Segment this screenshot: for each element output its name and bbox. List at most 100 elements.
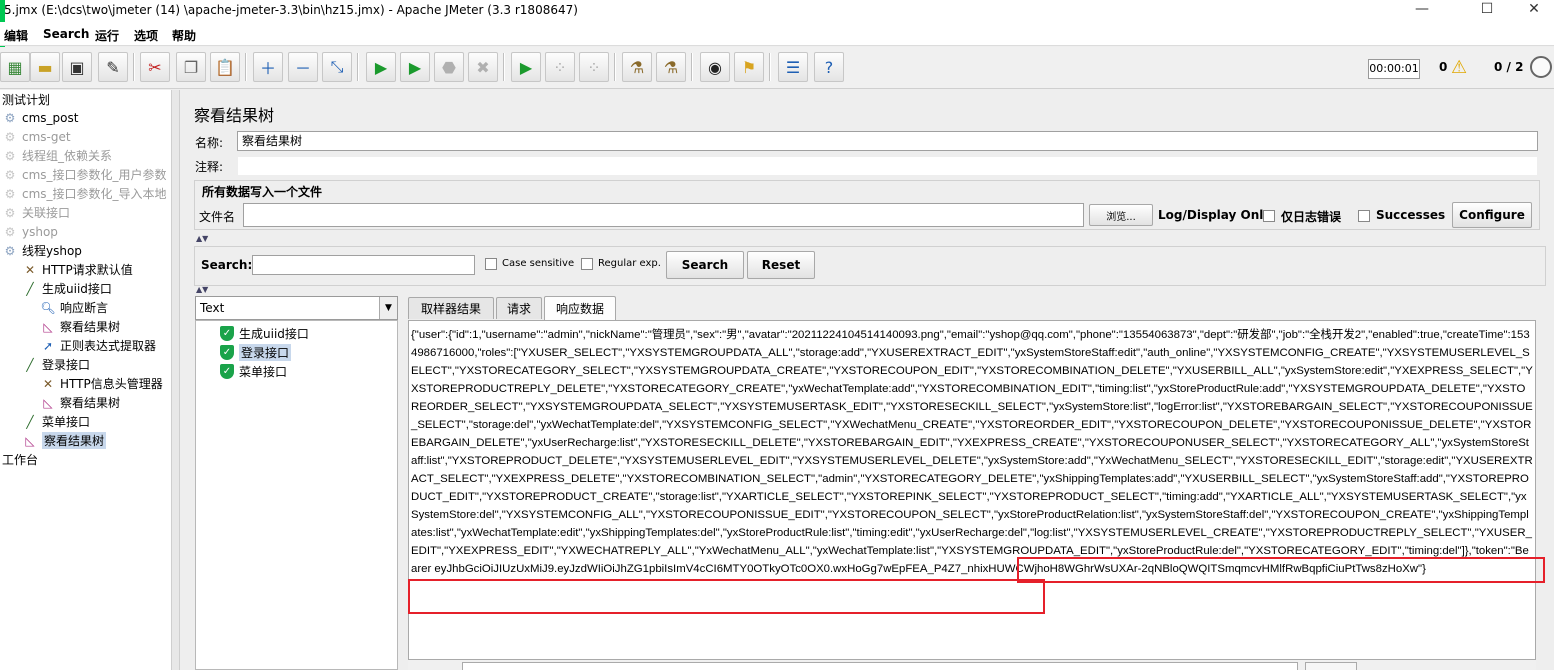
clear-icon[interactable]: ⚗: [622, 52, 652, 82]
cut-icon[interactable]: ✂: [140, 52, 170, 82]
menu-search[interactable]: Search: [43, 27, 89, 41]
bottom-find-button[interactable]: [1305, 662, 1357, 670]
maximize-button[interactable]: ☐: [1465, 0, 1509, 22]
errors-only-label: 仅日志错误: [1281, 210, 1342, 224]
magnifier-icon: 🔍︎: [40, 300, 56, 315]
remote-exit-icon[interactable]: ⁘: [579, 52, 609, 82]
tree-item-cms-get[interactable]: ⚙ cms-get: [2, 127, 71, 146]
gear-icon: ⚙: [4, 110, 16, 125]
start-no-pause-icon[interactable]: ▶: [400, 52, 430, 82]
help-icon[interactable]: ?: [814, 52, 844, 82]
expand-icon[interactable]: ＋: [253, 52, 283, 82]
tree-item-header-manager[interactable]: ✕ HTTP信息头管理器: [40, 374, 163, 393]
binoculars-icon[interactable]: ◉: [700, 52, 730, 82]
tree-item-view-results-1[interactable]: ◺ 察看结果树: [40, 317, 120, 336]
sample-item-generate-uiid[interactable]: ✓ 生成uiid接口: [220, 324, 309, 343]
tree-item-response-assertion[interactable]: 🔍︎ 响应断言: [40, 298, 108, 317]
tree-item-test-plan[interactable]: 测试计划: [2, 90, 50, 109]
menu-run[interactable]: 运行: [95, 27, 119, 44]
tab-sampler-result[interactable]: 取样器结果: [408, 297, 494, 319]
tree-item-thread-yshop[interactable]: ⚙ 线程yshop: [2, 241, 82, 260]
success-shield-icon: ✓: [220, 345, 234, 360]
search-input[interactable]: [252, 255, 475, 275]
token-highlight-box-2: [408, 579, 1045, 614]
search-label: Search:: [201, 258, 253, 272]
save-as-icon[interactable]: ✎: [98, 52, 128, 82]
test-plan-tree: 测试计划 ⚙ cms_post ⚙ cms-get ⚙ 线程组_依赖关系 ⚙ cms_接…: [0, 90, 172, 670]
regex-label: Regular exp.: [598, 258, 661, 269]
error-count: 0: [1439, 60, 1448, 74]
chart-icon: ◺: [43, 319, 53, 334]
menu-help[interactable]: 帮助: [172, 27, 196, 44]
bottom-search-input[interactable]: [462, 662, 1298, 670]
renderer-select[interactable]: Text ▼: [195, 296, 398, 320]
save-icon[interactable]: ▣: [62, 52, 92, 82]
tree-item-view-results-3[interactable]: ◺ 察看结果树: [22, 431, 107, 450]
remote-start-icon[interactable]: ▶: [511, 52, 541, 82]
tree-item-menu-api[interactable]: ╱ 菜单接口: [22, 412, 90, 431]
tree-item-cms-post[interactable]: ⚙ cms_post: [2, 108, 79, 127]
gear-icon: ⚙: [4, 129, 16, 144]
tree-item-workbench[interactable]: 工作台: [2, 450, 38, 469]
collapse-arrows-icon[interactable]: ▲▼: [196, 234, 208, 243]
gear-icon: ⚙: [4, 205, 16, 220]
shutdown-icon[interactable]: ✖: [468, 52, 498, 82]
successes-label: Successes: [1376, 208, 1446, 222]
tree-item-thread-group-dependency[interactable]: ⚙ 线程组_依赖关系: [2, 146, 112, 165]
active-threads: 0 / 2: [1494, 60, 1524, 74]
remote-stop-icon[interactable]: ⁘: [545, 52, 575, 82]
chart-icon: ◺: [25, 433, 35, 448]
name-label: 名称:: [195, 136, 224, 150]
filename-input[interactable]: [243, 203, 1084, 227]
templates-icon[interactable]: ▦: [0, 52, 30, 82]
menu-options[interactable]: 选项: [134, 27, 158, 44]
reset-button[interactable]: Reset: [747, 251, 815, 279]
errors-only-checkbox[interactable]: [1263, 210, 1275, 222]
collapse-arrows-icon-2[interactable]: ▲▼: [196, 285, 208, 294]
collapse-icon[interactable]: －: [288, 52, 318, 82]
search-button[interactable]: Search: [666, 251, 744, 279]
page-title: 察看结果树: [194, 106, 275, 125]
tree-item-regex-extractor[interactable]: ➚ 正则表达式提取器: [40, 336, 156, 355]
stop-icon[interactable]: ⬣: [434, 52, 464, 82]
close-button[interactable]: ✕: [1512, 0, 1554, 22]
start-icon[interactable]: ▶: [366, 52, 396, 82]
case-sensitive-checkbox[interactable]: [485, 258, 497, 270]
browse-button[interactable]: 浏览...: [1089, 204, 1153, 226]
tree-splitter[interactable]: [172, 90, 180, 670]
chevron-down-icon[interactable]: ▼: [379, 297, 397, 319]
sample-item-login[interactable]: ✓ 登录接口: [220, 343, 292, 362]
configure-button[interactable]: Configure: [1452, 202, 1532, 228]
chart-icon: ◺: [43, 395, 53, 410]
tree-item-cms-param-import[interactable]: ⚙ cms_接口参数化_导入本地: [2, 184, 167, 203]
tree-item-view-results-2[interactable]: ◺ 察看结果树: [40, 393, 120, 412]
tree-item-yshop[interactable]: ⚙ yshop: [2, 222, 58, 241]
wrench-icon: ✕: [24, 262, 36, 277]
toggle-icon[interactable]: ⤡: [322, 52, 352, 82]
gear-icon: ⚙: [4, 224, 16, 239]
successes-checkbox[interactable]: [1358, 210, 1370, 222]
tree-item-login[interactable]: ╱ 登录接口: [22, 355, 90, 374]
tree-item-http-defaults[interactable]: ✕ HTTP请求默认值: [22, 260, 133, 279]
tab-request[interactable]: 请求: [496, 297, 542, 319]
tab-response-data[interactable]: 响应数据: [544, 296, 616, 320]
elapsed-timer: 00:00:01: [1368, 59, 1420, 79]
broom-icon[interactable]: ⚑: [734, 52, 764, 82]
clear-all-icon[interactable]: ⚗: [656, 52, 686, 82]
menu-edit[interactable]: 编辑: [4, 27, 28, 44]
tree-item-correlation[interactable]: ⚙ 关联接口: [2, 203, 70, 222]
function-helper-icon[interactable]: ☰: [778, 52, 808, 82]
paste-icon[interactable]: 📋: [210, 52, 240, 82]
sample-item-menu[interactable]: ✓ 菜单接口: [220, 362, 287, 381]
gear-icon: ⚙: [4, 148, 16, 163]
name-field[interactable]: 察看结果树: [237, 131, 1538, 151]
open-icon[interactable]: ▬: [30, 52, 60, 82]
regex-checkbox[interactable]: [581, 258, 593, 270]
tree-item-generate-uiid[interactable]: ╱ 生成uiid接口: [22, 279, 112, 298]
minimize-button[interactable]: —: [1400, 0, 1444, 22]
comment-field[interactable]: [237, 156, 1538, 176]
tree-item-cms-param-user[interactable]: ⚙ cms_接口参数化_用户参数: [2, 165, 167, 184]
response-body[interactable]: {"user":{"id":1,"username":"admin","nick…: [411, 326, 1533, 578]
warning-icon[interactable]: ⚠: [1451, 57, 1467, 78]
copy-icon[interactable]: ❐: [176, 52, 206, 82]
